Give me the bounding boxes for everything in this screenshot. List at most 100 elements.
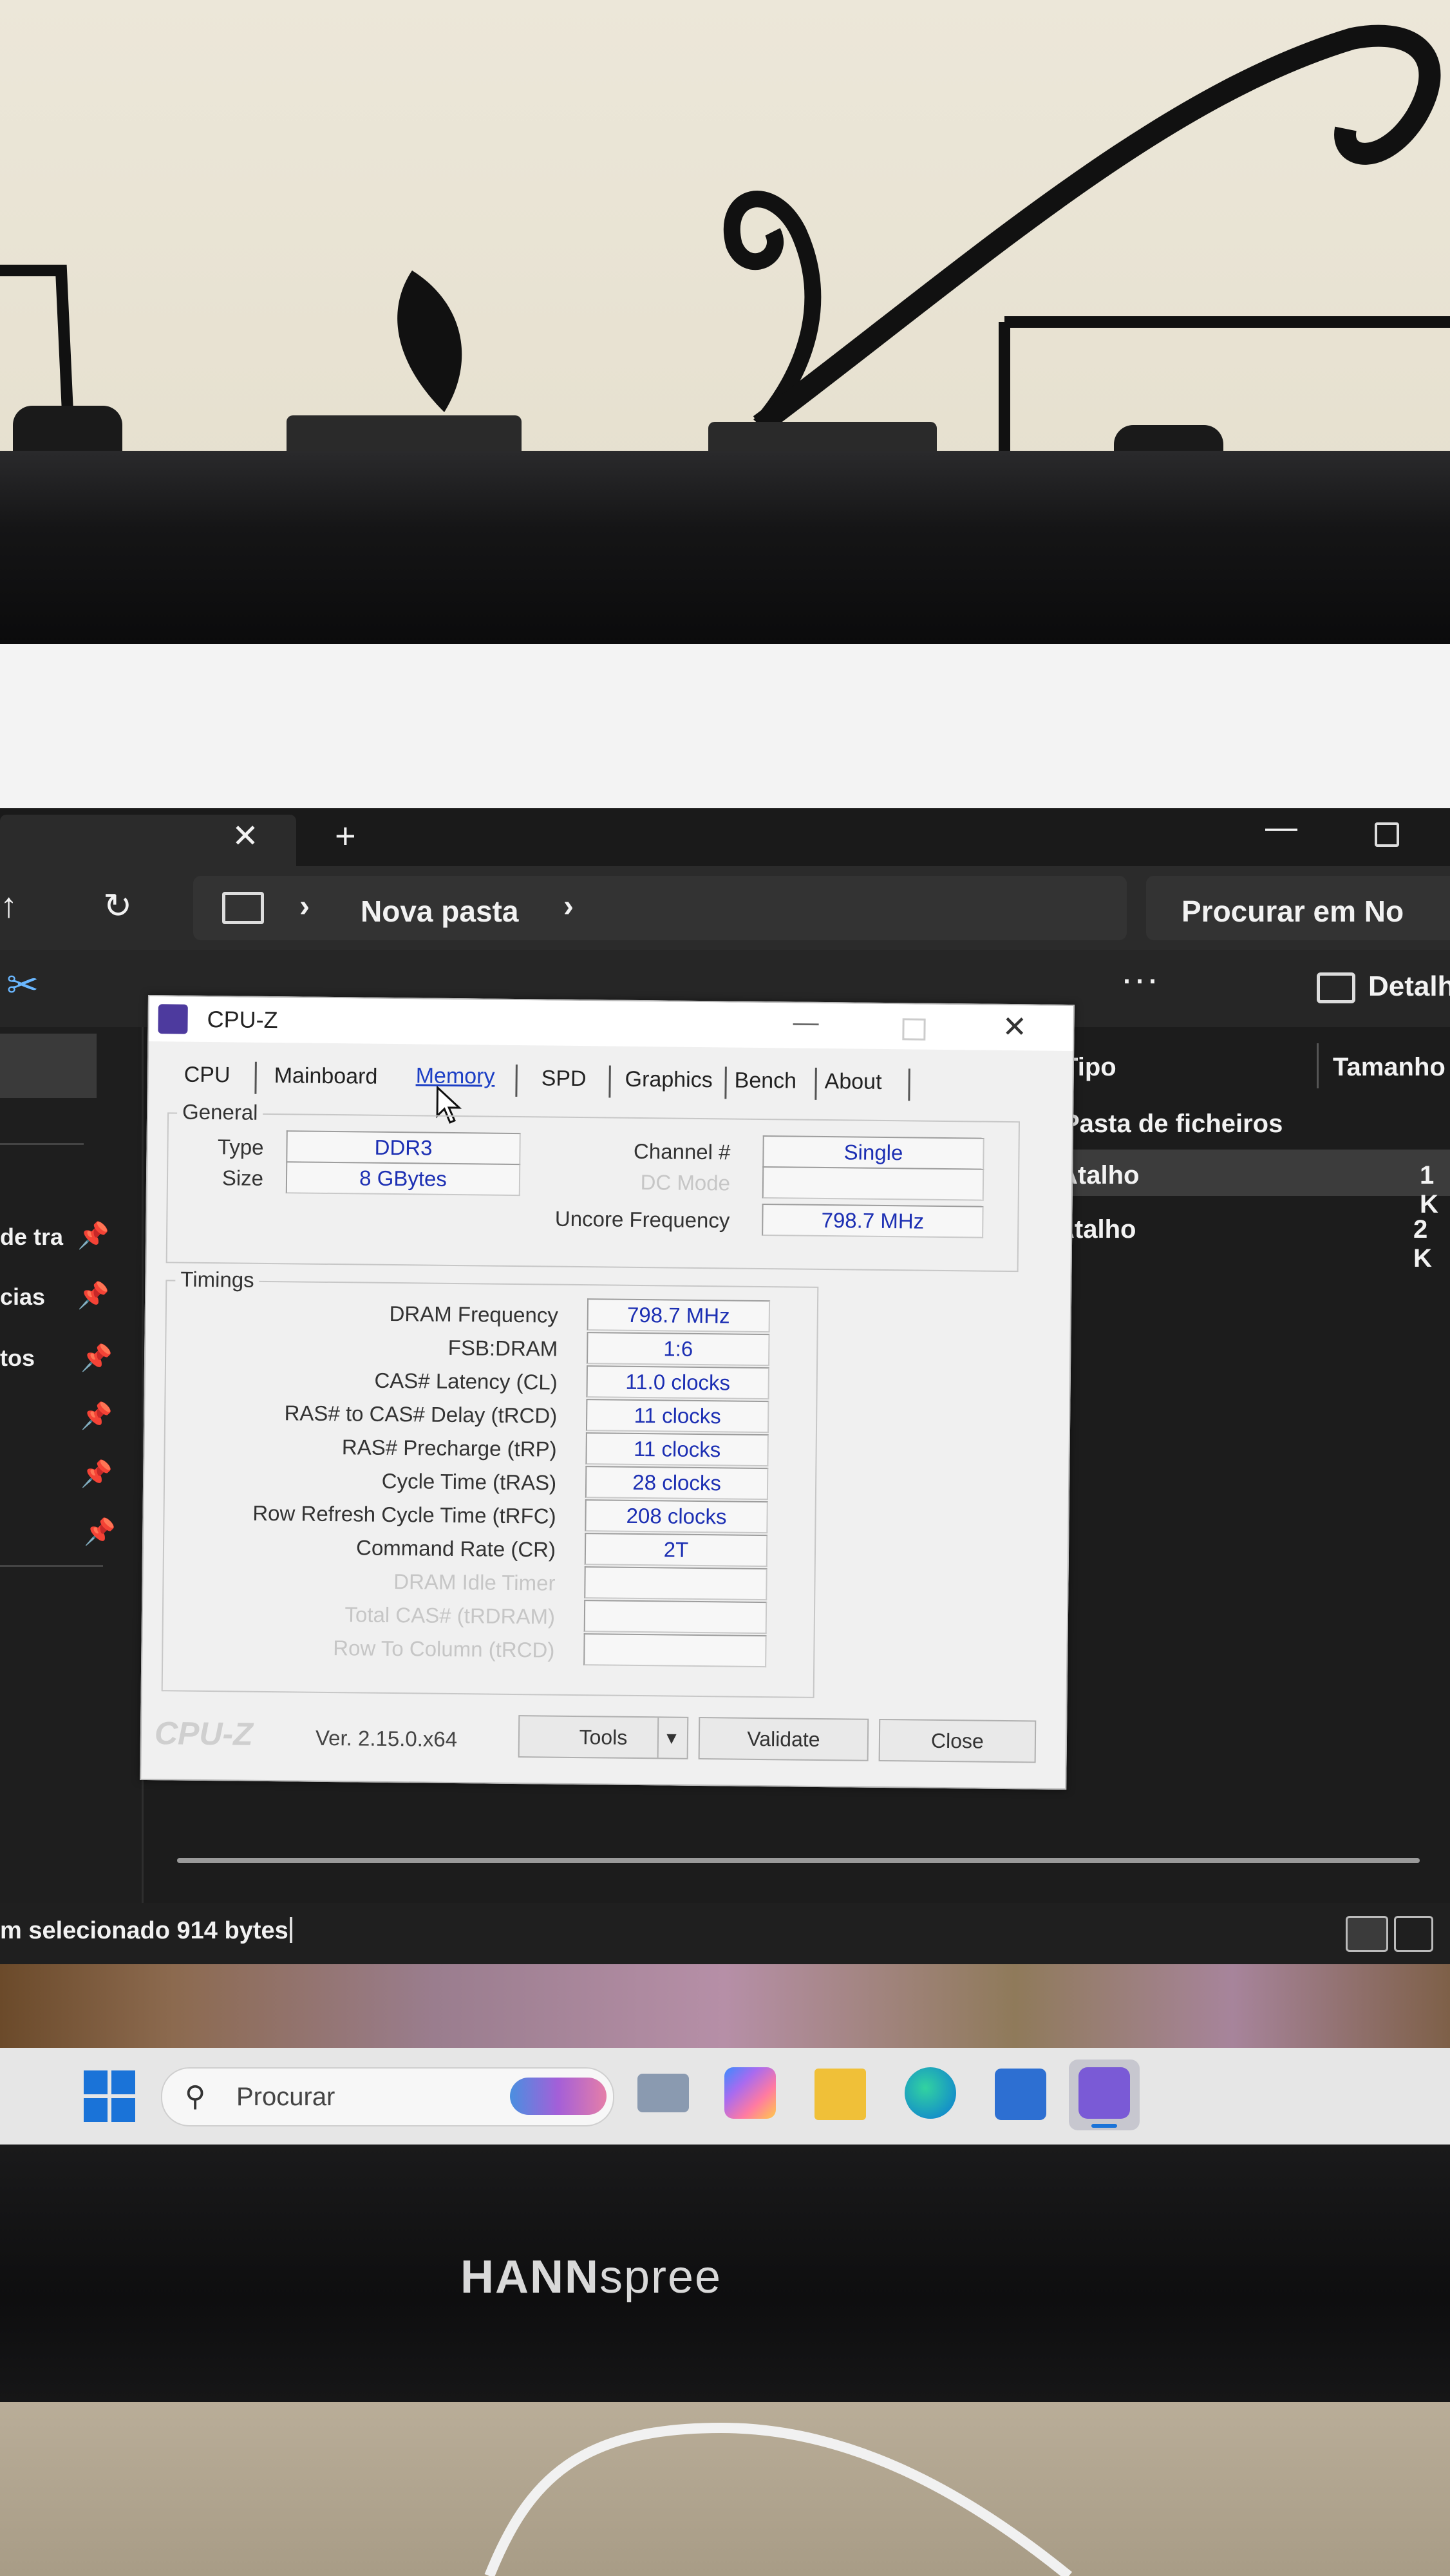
status-text: m selecionado 914 bytes <box>0 1917 288 1944</box>
monitor-brand: HANNspree <box>460 2251 722 2304</box>
tab-memory[interactable]: Memory <box>416 1063 495 1089</box>
wall-background <box>0 0 1450 489</box>
close-tab-icon[interactable]: ✕ <box>232 817 259 855</box>
refresh-icon[interactable]: ↻ <box>103 886 132 926</box>
chevron-right-icon[interactable]: › <box>563 889 574 924</box>
details-button[interactable]: Detalh <box>1368 971 1450 1003</box>
cpuz-taskbar-active[interactable] <box>1069 2060 1140 2130</box>
channel-label: Channel # <box>633 1139 731 1164</box>
nav-selected-item[interactable] <box>0 1034 97 1098</box>
type-value: DDR3 <box>286 1130 521 1166</box>
row-size: 1 K <box>1420 1161 1438 1218</box>
tab-mainboard[interactable]: Mainboard <box>274 1063 378 1090</box>
file-explorer-icon[interactable] <box>814 2069 866 2120</box>
monitor-bezel-bottom: HANNspree <box>0 2145 1450 2402</box>
store-icon[interactable] <box>995 2069 1046 2120</box>
cpuz-window: CPU-Z — ✕ CPU Mainboard Memory SPD Graph… <box>140 995 1075 1790</box>
row-type[interactable]: Pasta de ficheiros <box>1062 1110 1283 1139</box>
search-highlight-icon <box>510 2078 607 2115</box>
type-label: Type <box>217 1135 264 1159</box>
trcd-value: 11 clocks <box>585 1399 769 1434</box>
navigation-pane: de tra cias tos 📌 📌 📌 📌 📌 📌 <box>0 1027 144 1903</box>
divider <box>0 1565 103 1567</box>
search-input[interactable]: Procurar em No <box>1146 876 1450 940</box>
task-view-icon[interactable] <box>637 2074 689 2112</box>
trp-label: RAS# Precharge (tRP) <box>341 1435 557 1461</box>
pin-icon[interactable]: 📌 <box>77 1220 109 1251</box>
search-placeholder: Procurar em No <box>1182 895 1404 928</box>
cpuz-app-icon <box>1078 2067 1130 2119</box>
pin-icon[interactable]: 📌 <box>80 1343 113 1373</box>
dram-frequency-value: 798.7 MHz <box>587 1298 771 1333</box>
cas-latency-value: 11.0 clocks <box>586 1365 769 1400</box>
search-icon: ⚲ <box>185 2081 206 2112</box>
sidebar-item-label[interactable]: cias <box>0 1283 45 1311</box>
pin-icon[interactable]: 📌 <box>84 1517 116 1547</box>
active-indicator <box>1091 2124 1117 2128</box>
cpuz-title: CPU-Z <box>207 1005 278 1034</box>
row-size: 2 K <box>1413 1215 1432 1273</box>
fsb-dram-label: FSB:DRAM <box>447 1335 558 1361</box>
validate-button[interactable]: Validate <box>698 1717 869 1761</box>
tras-value: 28 clocks <box>585 1466 769 1501</box>
sidebar-item-label[interactable]: de tra <box>0 1224 63 1251</box>
taskbar-search[interactable]: ⚲ Procurar <box>161 2067 614 2126</box>
status-bar: m selecionado 914 bytes <box>0 1903 1450 1964</box>
maximize-icon[interactable] <box>1375 822 1399 847</box>
address-bar[interactable]: › Nova pasta › <box>193 876 1127 940</box>
uncore-frequency-value: 798.7 MHz <box>762 1204 984 1238</box>
monitor-bezel-top <box>0 451 1450 644</box>
timings-legend: Timings <box>175 1267 259 1293</box>
close-icon[interactable]: ✕ <box>1002 1009 1027 1044</box>
tools-label: Tools <box>579 1725 628 1749</box>
trfc-label: Row Refresh Cycle Time (tRFC) <box>252 1501 556 1528</box>
total-cas-value <box>583 1600 767 1634</box>
tab-spd[interactable]: SPD <box>541 1066 586 1092</box>
breadcrumb-folder[interactable]: Nova pasta <box>361 894 518 929</box>
tab-cpu[interactable]: CPU <box>184 1063 231 1088</box>
close-button[interactable]: Close <box>878 1718 1037 1763</box>
minimize-icon[interactable]: — <box>793 1008 818 1037</box>
dram-frequency-label: DRAM Frequency <box>389 1301 559 1327</box>
copilot-icon[interactable] <box>724 2067 776 2119</box>
tab-graphics[interactable]: Graphics <box>625 1067 712 1093</box>
cut-icon[interactable]: ✂ <box>6 963 39 1008</box>
row-to-column-value <box>583 1633 767 1668</box>
pin-icon[interactable]: 📌 <box>80 1401 113 1431</box>
horizontal-scrollbar[interactable] <box>177 1858 1420 1863</box>
tab-divider <box>724 1066 727 1099</box>
column-header-size[interactable]: Tamanho <box>1333 1053 1445 1082</box>
size-value: 8 GBytes <box>285 1161 521 1197</box>
minimize-icon[interactable]: — <box>1265 808 1297 846</box>
address-row: ↑ ↻ › Nova pasta › Procurar em No <box>0 866 1450 950</box>
pin-icon[interactable]: 📌 <box>77 1280 109 1311</box>
command-rate-value: 2T <box>584 1533 768 1567</box>
tab-divider <box>814 1067 817 1100</box>
details-view-icon[interactable] <box>1346 1916 1388 1952</box>
tab-about[interactable]: About <box>824 1069 881 1095</box>
edge-browser-icon[interactable] <box>905 2067 956 2119</box>
dc-mode-label: DC Mode <box>640 1170 731 1195</box>
more-options-icon[interactable]: ··· <box>1120 956 1159 1001</box>
tools-button[interactable]: Tools ▼ <box>518 1715 689 1759</box>
taskbar: ⚲ Procurar <box>0 2048 1450 2145</box>
up-arrow-icon[interactable]: ↑ <box>0 886 17 925</box>
trp-value: 11 clocks <box>585 1432 769 1467</box>
pin-icon[interactable]: 📌 <box>80 1459 113 1489</box>
dc-mode-value <box>762 1166 984 1201</box>
tiles-view-icon[interactable] <box>1394 1916 1433 1952</box>
details-pane-icon[interactable] <box>1317 972 1355 1003</box>
divider <box>0 1143 84 1145</box>
windows-start-icon[interactable] <box>84 2070 135 2122</box>
tab-divider <box>908 1068 910 1101</box>
new-tab-icon[interactable]: + <box>335 815 356 857</box>
trcd-label: RAS# to CAS# Delay (tRCD) <box>284 1401 558 1428</box>
tab-bench[interactable]: Bench <box>734 1068 796 1094</box>
version-text: Ver. 2.15.0.x64 <box>315 1725 458 1752</box>
cas-latency-label: CAS# Latency (CL) <box>374 1368 558 1394</box>
dropdown-arrow-icon[interactable]: ▼ <box>657 1718 685 1758</box>
computer-icon <box>222 892 264 924</box>
cpuz-titlebar: CPU-Z — ✕ <box>149 996 1073 1052</box>
column-divider[interactable] <box>1317 1043 1319 1088</box>
sidebar-item-label[interactable]: tos <box>0 1345 35 1372</box>
